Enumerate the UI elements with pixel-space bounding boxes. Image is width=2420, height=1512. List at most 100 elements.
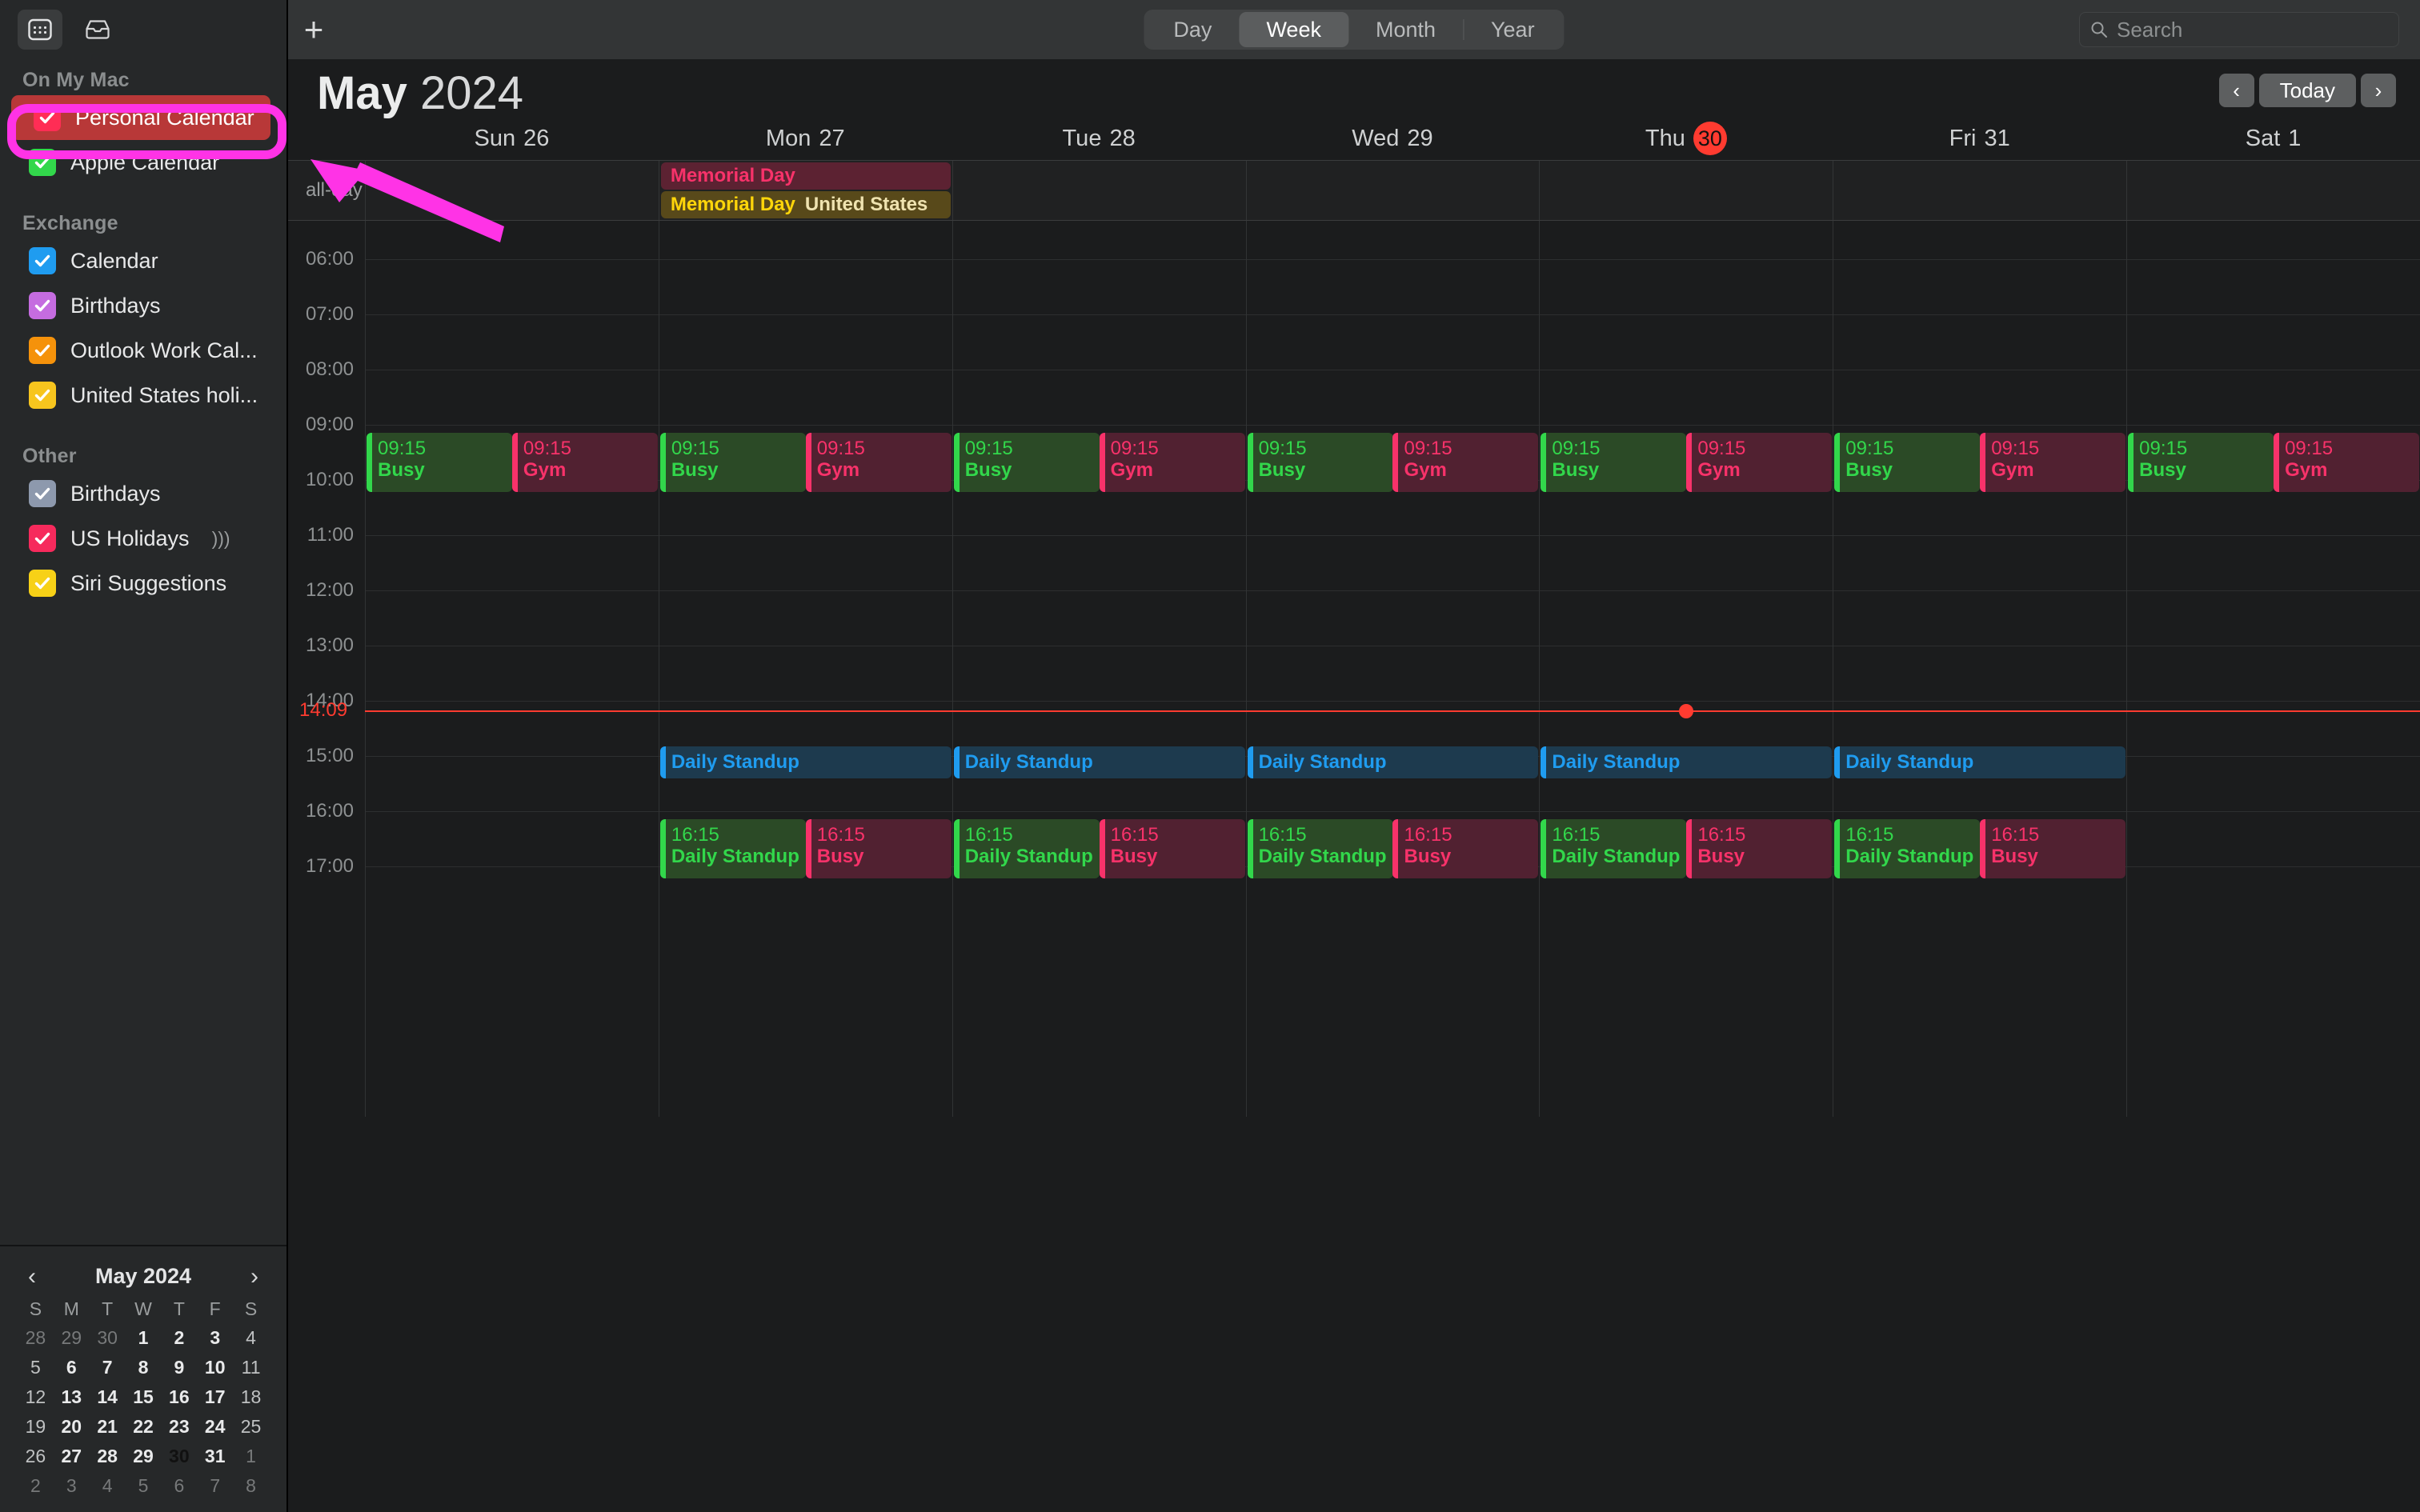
calendar-event[interactable]: 09:15Busy [660,433,806,492]
calendar-event[interactable]: 09:15Busy [1834,433,1980,492]
sidebar-item-us-holidays[interactable]: US Holidays))) [6,516,278,561]
mini-calendar-day[interactable]: 28 [18,1326,54,1350]
day-column-header[interactable]: Wed29 [1246,126,1540,152]
calendar-checkbox[interactable] [29,247,56,274]
calendar-event[interactable]: 09:15Gym [1980,433,2126,492]
inbox-icon[interactable] [75,10,120,50]
sidebar-item-united-states-holi[interactable]: United States holi... [6,373,278,418]
day-column[interactable]: 09:15Busy09:15Gym [365,221,659,1117]
mini-calendar-day[interactable]: 26 [18,1444,54,1468]
calendar-event[interactable]: Daily Standup [1541,746,1832,778]
mini-calendar-day[interactable]: 8 [126,1355,162,1379]
mini-calendar-day[interactable]: 12 [18,1385,54,1409]
calendar-checkbox[interactable] [29,149,56,176]
mini-calendar-day[interactable]: 15 [126,1385,162,1409]
mini-calendar-day[interactable]: 9 [161,1355,197,1379]
calendar-event[interactable]: 16:15Busy [1100,819,1245,878]
day-column[interactable]: 09:15Busy09:15Gym [2126,221,2420,1117]
chevron-left-icon[interactable]: ‹ [18,1265,46,1289]
day-column-header[interactable]: Sun26 [365,126,659,152]
mini-calendar-day[interactable]: 27 [54,1444,90,1468]
calendar-event[interactable]: 09:15Gym [512,433,658,492]
calendar-event[interactable]: 09:15Gym [806,433,952,492]
mini-calendar-day[interactable]: 2 [161,1326,197,1350]
calendar-checkbox[interactable] [34,104,61,131]
mini-calendar-day[interactable]: 29 [126,1444,162,1468]
sidebar-item-birthdays[interactable]: Birthdays [6,471,278,516]
mini-calendar-day[interactable]: 10 [197,1355,233,1379]
mini-calendar-day[interactable]: 16 [161,1385,197,1409]
all-day-cell[interactable] [1833,161,2126,220]
calendar-checkbox[interactable] [29,382,56,409]
all-day-cell[interactable] [2126,161,2420,220]
sidebar-item-apple-calendar[interactable]: Apple Calendar [6,140,278,185]
calendar-event[interactable]: Daily Standup [660,746,952,778]
mini-calendar-day[interactable]: 6 [161,1474,197,1498]
mini-calendar-day[interactable]: 1 [126,1326,162,1350]
calendar-checkbox[interactable] [29,292,56,319]
mini-calendar-day[interactable]: 22 [126,1414,162,1438]
tab-month[interactable]: Month [1348,12,1463,47]
day-column[interactable]: 09:15Busy09:15Gym Daily Standup 16:15Daily… [659,221,952,1117]
calendar-event[interactable]: 16:15Daily Standup [954,819,1100,878]
next-week-button[interactable]: › [2361,74,2396,107]
calendar-view-icon[interactable] [18,10,62,50]
calendar-checkbox[interactable] [29,480,56,507]
mini-calendar-day[interactable]: 3 [54,1474,90,1498]
mini-calendar-day[interactable]: 13 [54,1385,90,1409]
mini-calendar-day[interactable]: 7 [90,1355,126,1379]
calendar-event[interactable]: Daily Standup [954,746,1245,778]
mini-calendar-day[interactable]: 11 [233,1355,269,1379]
mini-calendar-day[interactable]: 5 [126,1474,162,1498]
sidebar-item-calendar[interactable]: Calendar [6,238,278,283]
mini-calendar-day[interactable]: 20 [54,1414,90,1438]
mini-calendar-today[interactable]: 30 [161,1444,197,1468]
mini-calendar-day[interactable]: 8 [233,1474,269,1498]
calendar-event[interactable]: 16:15Busy [1686,819,1832,878]
calendar-event[interactable]: Daily Standup [1248,746,1539,778]
tab-week[interactable]: Week [1239,12,1348,47]
day-column[interactable]: 09:15Busy09:15GymDaily Standup16:15Daily… [1833,221,2126,1117]
sidebar-item-personal-calendar[interactable]: Personal Calendar [11,95,270,140]
tab-day[interactable]: Day [1146,12,1239,47]
day-column[interactable]: 09:15Busy09:15GymDaily Standup16:15Daily… [1246,221,1540,1117]
mini-calendar-day[interactable]: 19 [18,1414,54,1438]
all-day-event[interactable]: Memorial DayUnited States [661,191,951,218]
mini-calendar-day[interactable]: 21 [90,1414,126,1438]
day-column-header[interactable]: Tue28 [952,126,1246,152]
calendar-event[interactable]: 16:15Daily Standup [660,819,806,878]
search-field[interactable]: Search [2079,12,2399,47]
today-button[interactable]: Today [2259,74,2356,107]
calendar-checkbox[interactable] [29,570,56,597]
all-day-cell[interactable]: Memorial DayMemorial DayUnited States [659,161,952,220]
mini-calendar-day[interactable]: 17 [197,1385,233,1409]
mini-calendar-day[interactable]: 2 [18,1474,54,1498]
mini-calendar-day[interactable]: 5 [18,1355,54,1379]
calendar-event[interactable]: 09:15Busy [2128,433,2274,492]
sidebar-item-siri-suggestions[interactable]: Siri Suggestions [6,561,278,606]
calendar-event[interactable]: 09:15Gym [1686,433,1832,492]
all-day-event[interactable]: Memorial Day [661,162,951,190]
calendar-event[interactable]: 16:15Busy [1392,819,1538,878]
day-column-header[interactable]: Mon27 [659,126,952,152]
all-day-cell[interactable] [365,161,659,220]
all-day-cell[interactable] [1246,161,1540,220]
calendar-event[interactable]: 09:15Busy [367,433,512,492]
all-day-cell[interactable] [1539,161,1833,220]
tab-year[interactable]: Year [1464,12,1562,47]
mini-calendar-day[interactable]: 24 [197,1414,233,1438]
chevron-right-icon[interactable]: › [240,1265,269,1289]
day-column[interactable]: 09:15Busy09:15GymDaily Standup16:15Daily… [1539,221,1833,1117]
calendar-event[interactable]: 09:15Gym [1100,433,1245,492]
calendar-checkbox[interactable] [29,525,56,552]
mini-calendar-day[interactable]: 4 [90,1474,126,1498]
day-column-header[interactable]: Thu30 [1539,122,1833,155]
mini-calendar-day[interactable]: 4 [233,1326,269,1350]
calendar-event[interactable]: 09:15Busy [954,433,1100,492]
mini-calendar-day[interactable]: 6 [54,1355,90,1379]
calendar-event[interactable]: 16:15Daily Standup [1248,819,1393,878]
mini-calendar-day[interactable]: 18 [233,1385,269,1409]
all-day-cell[interactable] [952,161,1246,220]
calendar-event[interactable]: 09:15Busy [1541,433,1686,492]
mini-calendar-day[interactable]: 23 [161,1414,197,1438]
